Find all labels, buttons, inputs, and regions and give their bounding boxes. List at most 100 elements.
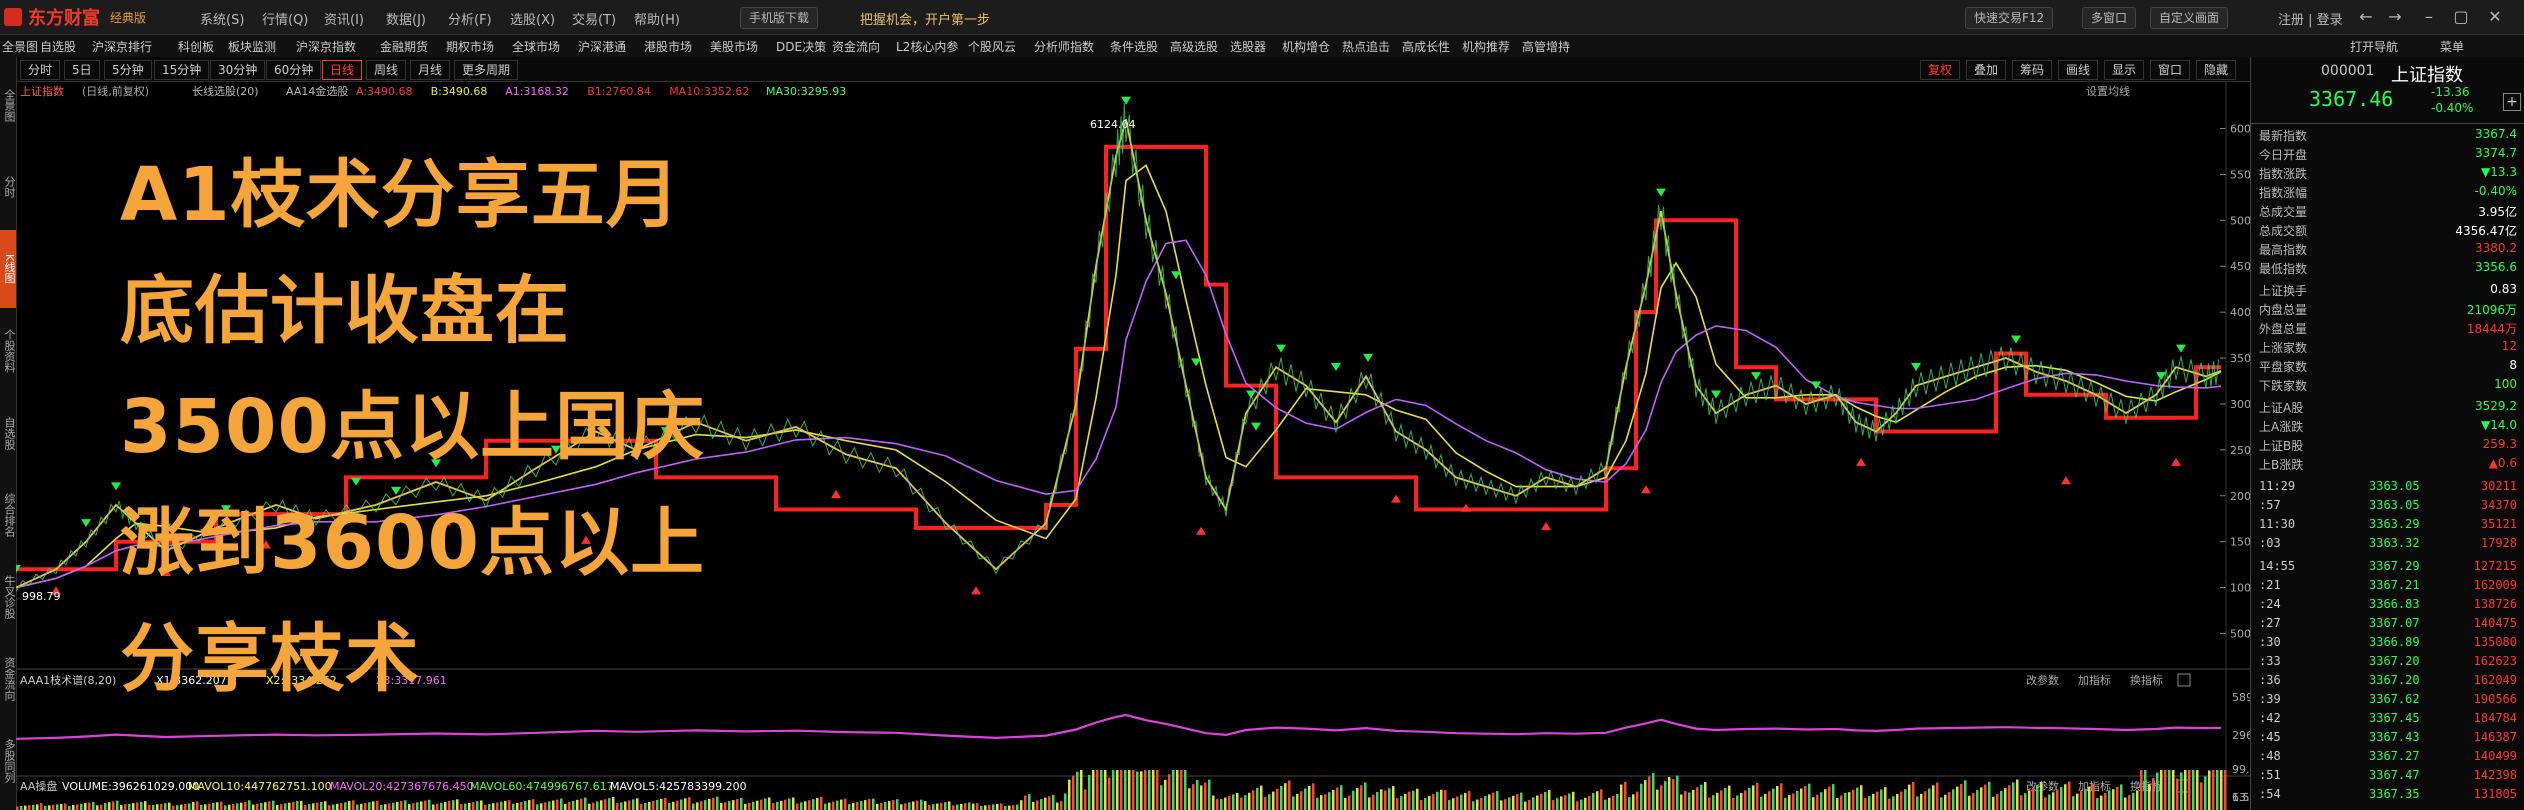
nav-item-7[interactable]: 期权市场 <box>446 38 494 55</box>
ind-edit-param[interactable]: 改参数 <box>2026 673 2059 687</box>
nav-item-17[interactable]: 条件选股 <box>1110 38 1158 55</box>
multi-window-button[interactable]: 多窗口 <box>2082 7 2137 29</box>
menu-2[interactable]: 资讯(I) <box>324 9 364 28</box>
ind-switch-indicator[interactable]: 换指标 <box>2130 673 2163 687</box>
toolbar-right-5[interactable]: 窗口 <box>2150 60 2191 80</box>
tick-time: :54 <box>2259 787 2281 801</box>
nav-item-8[interactable]: 全球市场 <box>512 38 560 55</box>
sidebar-item-2[interactable]: K线图 <box>0 230 16 308</box>
quote-row: 最新指数 3367.4 <box>2259 127 2517 146</box>
ma-setting-link[interactable]: 设置均线 <box>2086 84 2130 98</box>
menu-6[interactable]: 交易(T) <box>572 9 616 28</box>
period-5[interactable]: 60分钟 <box>266 60 322 80</box>
period-4[interactable]: 30分钟 <box>210 60 266 80</box>
menu-7[interactable]: 帮助(H) <box>634 9 680 28</box>
nav-item-14[interactable]: L2核心内参 <box>896 38 958 55</box>
sidebar-item-3[interactable]: 个股资料 <box>0 312 16 390</box>
nav-item-24[interactable]: 高管增持 <box>1522 38 1570 55</box>
nav-item-23[interactable]: 机构推荐 <box>1462 38 1510 55</box>
volume-bar <box>636 798 639 810</box>
nav-item-2[interactable]: 沪深京排行 <box>92 38 152 55</box>
nav-item-19[interactable]: 选股器 <box>1230 38 1266 55</box>
volume-bar <box>100 804 103 810</box>
volume-bar <box>1136 771 1139 810</box>
menu-link[interactable]: 菜单 <box>2440 38 2464 55</box>
nav-item-11[interactable]: 美股市场 <box>710 38 758 55</box>
nav-item-21[interactable]: 热点追击 <box>1342 38 1390 55</box>
period-6[interactable]: 日线 <box>322 60 363 80</box>
promo-link[interactable]: 把握机会，开户第一步 <box>860 9 990 28</box>
nav-item-12[interactable]: DDE决策 <box>776 38 826 55</box>
toolbar-right-3[interactable]: 画线 <box>2058 60 2099 80</box>
volume-bar <box>2196 770 2199 810</box>
tick-time: :21 <box>2259 578 2281 592</box>
nav-item-22[interactable]: 高成长性 <box>1402 38 1450 55</box>
open-nav-link[interactable]: 打开导航 <box>2350 38 2398 55</box>
volume-bar <box>488 804 491 810</box>
nav-item-0[interactable]: 全景图 <box>2 38 38 55</box>
volume-bar <box>1248 792 1251 810</box>
maximize-icon[interactable]: ▢ <box>2450 6 2472 28</box>
ind-add-indicator[interactable]: 加指标 <box>2078 673 2111 687</box>
nav-item-6[interactable]: 金融期货 <box>380 38 428 55</box>
nav-item-15[interactable]: 个股风云 <box>968 38 1016 55</box>
nav-item-18[interactable]: 高级选股 <box>1170 38 1218 55</box>
volume-bar <box>524 801 527 810</box>
nav-item-9[interactable]: 沪深港通 <box>578 38 626 55</box>
menu-1[interactable]: 行情(Q) <box>262 9 308 28</box>
sidebar-item-4[interactable]: 自选股 <box>0 394 16 472</box>
toolbar-right-4[interactable]: 显示 <box>2104 60 2145 80</box>
nav-item-5[interactable]: 沪深京指数 <box>296 38 356 55</box>
sidebar-item-5[interactable]: 综合排名 <box>0 476 16 554</box>
period-9[interactable]: 更多周期 <box>454 60 519 80</box>
nav-item-10[interactable]: 港股市场 <box>644 38 692 55</box>
menu-3[interactable]: 数据(J) <box>386 9 426 28</box>
toolbar-right-0[interactable]: 复权 <box>1920 60 1961 80</box>
sidebar-item-8[interactable]: 多股同列 <box>0 722 16 800</box>
menu-5[interactable]: 选股(X) <box>510 9 555 28</box>
sidebar-item-1[interactable]: 分时 <box>0 148 16 226</box>
period-8[interactable]: 月线 <box>410 60 451 80</box>
nav-item-16[interactable]: 分析师指数 <box>1034 38 1094 55</box>
forward-icon[interactable]: → <box>2384 6 2406 28</box>
menu-4[interactable]: 分析(F) <box>448 9 492 28</box>
period-1[interactable]: 5日 <box>64 60 100 80</box>
volume-bar <box>2208 770 2211 810</box>
nav-item-3[interactable]: 科创板 <box>178 38 214 55</box>
volume-bar <box>1240 797 1243 810</box>
nav-item-20[interactable]: 机构增仓 <box>1282 38 1330 55</box>
tick-volume: 35121 <box>2480 517 2517 531</box>
period-0[interactable]: 分时 <box>20 60 61 80</box>
nav-item-13[interactable]: 资金流向 <box>832 38 880 55</box>
sidebar-item-6[interactable]: 牛叉诊股 <box>0 558 16 636</box>
login-link[interactable]: 注册 | 登录 <box>2278 9 2343 28</box>
fast-trade-button[interactable]: 快速交易F12 <box>1965 7 2054 29</box>
volume-bar <box>1080 770 1083 810</box>
menu-0[interactable]: 系统(S) <box>200 9 244 28</box>
volume-bar <box>1340 785 1343 810</box>
tick-time: :51 <box>2259 768 2281 782</box>
volume-bar <box>1316 797 1319 810</box>
close-icon[interactable]: ✕ <box>2484 6 2506 28</box>
toolbar-right-2[interactable]: 筹码 <box>2012 60 2053 80</box>
add-icon[interactable]: + <box>2503 93 2521 111</box>
period-3[interactable]: 15分钟 <box>154 60 210 80</box>
ind-close-icon[interactable] <box>2177 673 2191 687</box>
volume-bar <box>808 800 811 810</box>
volume-bar <box>1636 791 1639 810</box>
quote-row-value: 12 <box>2501 339 2517 353</box>
toolbar-right-6[interactable]: 隐藏 <box>2196 60 2237 80</box>
minimize-icon[interactable]: – <box>2418 6 2440 28</box>
sidebar-item-0[interactable]: 全景图 <box>0 66 16 144</box>
period-2[interactable]: 5分钟 <box>104 60 152 80</box>
sidebar-item-7[interactable]: 资金流向 <box>0 640 16 718</box>
back-icon[interactable]: ← <box>2355 6 2377 28</box>
volume-bar <box>244 801 247 810</box>
nav-item-4[interactable]: 板块监测 <box>228 38 276 55</box>
mobile-download-button[interactable]: 手机版下载 <box>740 7 819 29</box>
toolbar-right-1[interactable]: 叠加 <box>1966 60 2007 80</box>
nav-item-1[interactable]: 自选股 <box>40 38 76 55</box>
custom-layout-button[interactable]: 自定义画面 <box>2150 7 2229 29</box>
volume-bar <box>1116 770 1119 810</box>
period-7[interactable]: 周线 <box>366 60 407 80</box>
